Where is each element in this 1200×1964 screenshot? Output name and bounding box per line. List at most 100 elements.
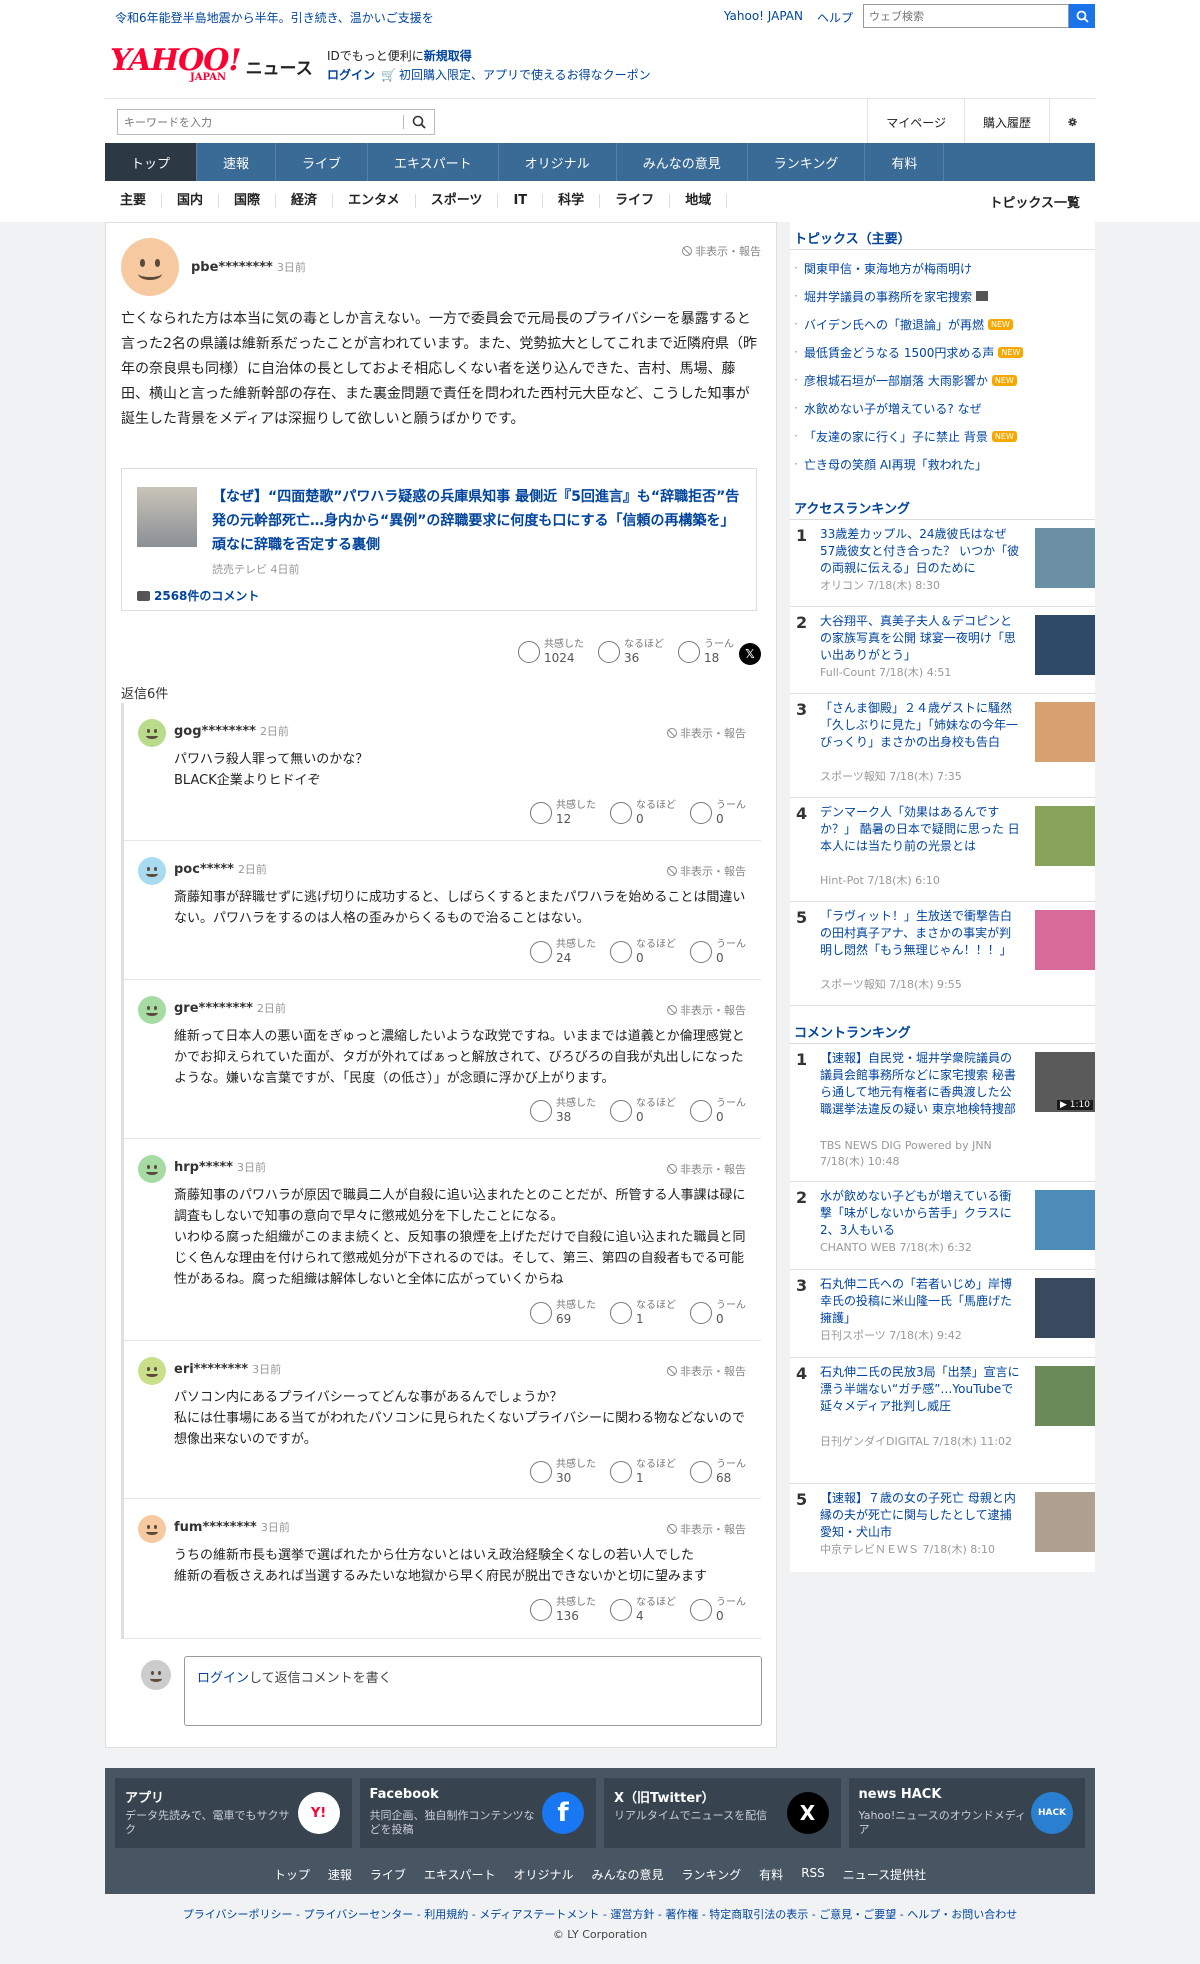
hide-report-button[interactable]: 非表示・報告 [682, 243, 761, 259]
subnav-world[interactable]: 国際 [219, 194, 277, 208]
agree-reaction[interactable]: 共感した 1024 [518, 639, 584, 665]
disaster-notice-link[interactable]: 令和6年能登半島地震から半年。引き続き、温かいご支援を [115, 9, 434, 26]
topic-item[interactable]: 「友達の家に行く」子に禁止 背景NEW [790, 422, 1095, 450]
ranking-item[interactable]: 5 【速報】７歳の女の子死亡 母親と内縁の夫が死亡に関与したとして逮捕 愛知・犬… [790, 1484, 1095, 1572]
purchase-history-link[interactable]: 購入履歴 [963, 99, 1049, 145]
tab-opinion[interactable]: みんなの意見 [617, 143, 748, 181]
subnav-main[interactable]: 主要 [105, 194, 163, 208]
ranking-item[interactable]: 3 石丸伸二氏への「若者いじめ」岸博幸氏の投稿に米山隆一氏「馬鹿げた擁護」 日刊… [790, 1270, 1095, 1358]
insight-reaction[interactable]: なるほど 36 [598, 639, 664, 665]
insight-reaction[interactable]: なるほど 0 [610, 1098, 676, 1124]
keyword-search-button[interactable] [404, 115, 434, 129]
agree-reaction[interactable]: 共感した 30 [530, 1459, 596, 1485]
footer-link[interactable]: トップ [274, 1866, 310, 1883]
insight-reaction[interactable]: なるほど 1 [610, 1300, 676, 1326]
hide-report-button[interactable]: 非表示・報告 [667, 725, 746, 741]
subnav-it[interactable]: IT [498, 194, 544, 208]
footer-link[interactable]: 速報 [328, 1866, 352, 1883]
hide-report-button[interactable]: 非表示・報告 [667, 1521, 746, 1537]
ranking-item[interactable]: 5 「ラヴィット！」生放送で衝撃告白の田村真子アナ、まさかの事実が判明し悶然「も… [790, 902, 1095, 1006]
mypage-link[interactable]: マイページ [867, 99, 964, 145]
footer-link[interactable]: ニュース提供社 [843, 1866, 926, 1883]
hmm-reaction[interactable]: うーん 0 [690, 800, 746, 826]
ranking-item[interactable]: 2 水が飲めない子どもが増えている衝撃「味がしないから苦手」クラスに2、3人もい… [790, 1182, 1095, 1270]
ranking-item[interactable]: 1 33歳差カップル、24歳彼氏はなぜ57歳彼女と付き合った？ いつか「彼の両親… [790, 520, 1095, 607]
hide-report-button[interactable]: 非表示・報告 [667, 863, 746, 879]
subnav-economy[interactable]: 経済 [276, 194, 334, 208]
subnav-sports[interactable]: スポーツ [416, 194, 499, 208]
agree-reaction[interactable]: 共感した 136 [530, 1597, 596, 1623]
user-name[interactable]: pbe******** [191, 260, 273, 275]
tab-paid[interactable]: 有料 [865, 143, 945, 181]
coupon-link[interactable]: 初回購入限定、アプリで使えるお得なクーポン [399, 68, 651, 82]
hmm-reaction[interactable]: うーん 18 [678, 639, 734, 665]
topic-item[interactable]: 最低賃金どうなる 1500円求める声NEW [790, 338, 1095, 366]
ranking-item[interactable]: 4 石丸伸二氏の民放3局「出禁」宣言に漂う半端ない“ガチ感”…YouTubeで延… [790, 1358, 1095, 1484]
tab-ranking[interactable]: ランキング [748, 143, 866, 181]
hmm-reaction[interactable]: うーん 0 [690, 1597, 746, 1623]
keyword-input[interactable] [118, 115, 403, 129]
subnav-domestic[interactable]: 国内 [162, 194, 220, 208]
topic-item[interactable]: 水飲めない子が増えている? なぜ [790, 394, 1095, 422]
yahoo-news-logo[interactable]: YAHOO! JAPAN ニュース [110, 46, 313, 84]
subnav-region[interactable]: 地域 [670, 194, 728, 208]
reply-login-link[interactable]: ログイン [197, 1671, 249, 1686]
agree-reaction[interactable]: 共感した 38 [530, 1098, 596, 1124]
ranking-item[interactable]: 2 大谷翔平、真美子夫人＆デコピンとの家族写真を公開 球宴一夜明け「思い出ありが… [790, 607, 1095, 694]
tab-expert[interactable]: エキスパート [368, 143, 499, 181]
user-name[interactable]: eri******** [174, 1362, 248, 1377]
footer-link[interactable]: ランキング [682, 1866, 742, 1883]
insight-reaction[interactable]: なるほど 1 [610, 1459, 676, 1485]
insight-reaction[interactable]: なるほど 0 [610, 800, 676, 826]
article-comment-count[interactable]: 2568件のコメント [137, 587, 259, 604]
ranking-item[interactable]: 3 「さんま御殿」２４歳ゲストに騒然「久しぶりに見た」「姉妹なの今年一びっくり」… [790, 694, 1095, 798]
footer-link[interactable]: エキスパート [424, 1866, 496, 1883]
topic-item[interactable]: 堀井学議員の事務所を家宅捜索 [790, 282, 1095, 310]
x-share-button[interactable]: 𝕏 [739, 643, 761, 665]
footer-link[interactable]: オリジナル [514, 1866, 574, 1883]
tab-live[interactable]: ライブ [276, 143, 369, 181]
footer-link[interactable]: 有料 [759, 1866, 783, 1883]
tab-top[interactable]: トップ [105, 143, 198, 181]
tab-original[interactable]: オリジナル [499, 143, 617, 181]
ranking-item[interactable]: 1 【速報】自民党・堀井学衆院議員の議員会館事務所などに家宅捜索 秘書ら通して地… [790, 1044, 1095, 1182]
user-name[interactable]: poc***** [174, 862, 234, 877]
hide-report-button[interactable]: 非表示・報告 [667, 1002, 746, 1018]
footer-card-app[interactable]: アプリ データ先読みで、電車でもサクサク Y! [115, 1778, 352, 1848]
settings-button[interactable] [1049, 99, 1095, 145]
footer-link[interactable]: みんなの意見 [592, 1866, 664, 1883]
ranking-item[interactable]: 4 デンマーク人「効果はあるんですか？」 酷暑の日本で疑問に思った 日本人には当… [790, 798, 1095, 902]
signup-link[interactable]: 新規取得 [424, 49, 472, 63]
user-name[interactable]: gre******** [174, 1001, 253, 1016]
legal-links[interactable]: プライバシーポリシー - プライバシーセンター - 利用規約 - メディアステー… [0, 1906, 1200, 1922]
login-link[interactable]: ログイン [327, 68, 375, 82]
footer-card-facebook[interactable]: Facebook 共同企画、独自制作コンテンツなどを投稿 f [359, 1778, 596, 1848]
topic-item[interactable]: 亡き母の笑顔 AI再現「救われた」 [790, 450, 1095, 478]
hmm-reaction[interactable]: うーん 0 [690, 1300, 746, 1326]
web-search-button[interactable] [1069, 4, 1095, 28]
hide-report-button[interactable]: 非表示・報告 [667, 1363, 746, 1379]
hmm-reaction[interactable]: うーん 0 [690, 1098, 746, 1124]
insight-reaction[interactable]: なるほど 4 [610, 1597, 676, 1623]
help-link[interactable]: ヘルプ [817, 9, 853, 26]
hmm-reaction[interactable]: うーん 0 [690, 939, 746, 965]
hide-report-button[interactable]: 非表示・報告 [667, 1161, 746, 1177]
web-search-input[interactable] [863, 4, 1069, 28]
subnav-entertainment[interactable]: エンタメ [333, 194, 416, 208]
footer-link[interactable]: RSS [801, 1866, 825, 1883]
tab-breaking[interactable]: 速報 [197, 143, 277, 181]
user-name[interactable]: hrp***** [174, 1160, 233, 1175]
article-card[interactable]: 【なぜ】“四面楚歌”パワハラ疑惑の兵庫県知事 最側近『5回進言』も“辞職拒否”告… [121, 468, 757, 611]
footer-link[interactable]: ライブ [370, 1866, 406, 1883]
topic-item[interactable]: 彦根城石垣が一部崩落 大雨影響かNEW [790, 366, 1095, 394]
user-name[interactable]: gog******** [174, 724, 256, 739]
footer-card-x[interactable]: X（旧Twitter） リアルタイムでニュースを配信 X [604, 1778, 841, 1848]
insight-reaction[interactable]: なるほど 0 [610, 939, 676, 965]
topics-list-link[interactable]: トピックス一覧 [989, 192, 1080, 211]
agree-reaction[interactable]: 共感した 12 [530, 800, 596, 826]
yahoo-japan-link[interactable]: Yahoo! JAPAN [724, 9, 803, 26]
reply-input[interactable]: ログインして返信コメントを書く [184, 1656, 762, 1726]
hmm-reaction[interactable]: うーん 68 [690, 1459, 746, 1485]
topic-item[interactable]: 関東甲信・東海地方が梅雨明け [790, 254, 1095, 282]
topic-item[interactable]: バイデン氏への「撤退論」が再燃NEW [790, 310, 1095, 338]
